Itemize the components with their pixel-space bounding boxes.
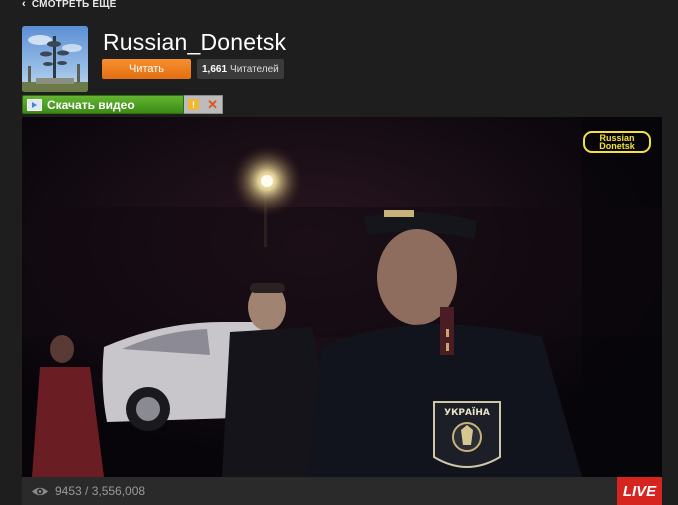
view-count: 9453 / 3,556,008 — [55, 484, 146, 498]
close-icon[interactable]: ✕ — [207, 98, 218, 111]
info-icon[interactable]: ! — [188, 99, 200, 110]
download-video-button[interactable]: Скачать видео — [22, 95, 184, 114]
avatar-image — [22, 26, 88, 92]
download-bar: Скачать видео ! ✕ — [22, 95, 223, 114]
back-link[interactable]: ‹ СМОТРЕТЬ ЕЩЕ — [22, 0, 117, 11]
stats-bar: 9453 / 3,556,008 LIVE — [22, 477, 662, 505]
followers-count: 1,661 — [202, 63, 228, 75]
chevron-left-icon: ‹ — [22, 0, 26, 10]
video-frame: УКРАЇНА — [22, 117, 662, 477]
channel-name[interactable]: Russian_Donetsk — [103, 29, 286, 56]
channel-watermark: Russian Donetsk — [583, 131, 651, 153]
download-video-label: Скачать видео — [47, 97, 135, 112]
download-controls: ! ✕ — [184, 95, 223, 114]
followers-label: Читателей — [230, 63, 279, 75]
back-link-label: СМОТРЕТЬ ЕЩЕ — [31, 0, 117, 10]
followers-badge: 1,661 Читателей — [197, 59, 284, 79]
video-player[interactable]: УКРАЇНА Russian Donetsk — [22, 117, 662, 477]
live-badge: LIVE — [617, 477, 662, 505]
patch-text: УКРАЇНА — [444, 407, 490, 418]
download-icon — [27, 98, 42, 111]
follow-button[interactable]: Читать — [102, 59, 191, 79]
eye-icon — [32, 487, 48, 495]
avatar[interactable] — [22, 26, 88, 92]
watermark-line2: Donetsk — [599, 141, 635, 151]
